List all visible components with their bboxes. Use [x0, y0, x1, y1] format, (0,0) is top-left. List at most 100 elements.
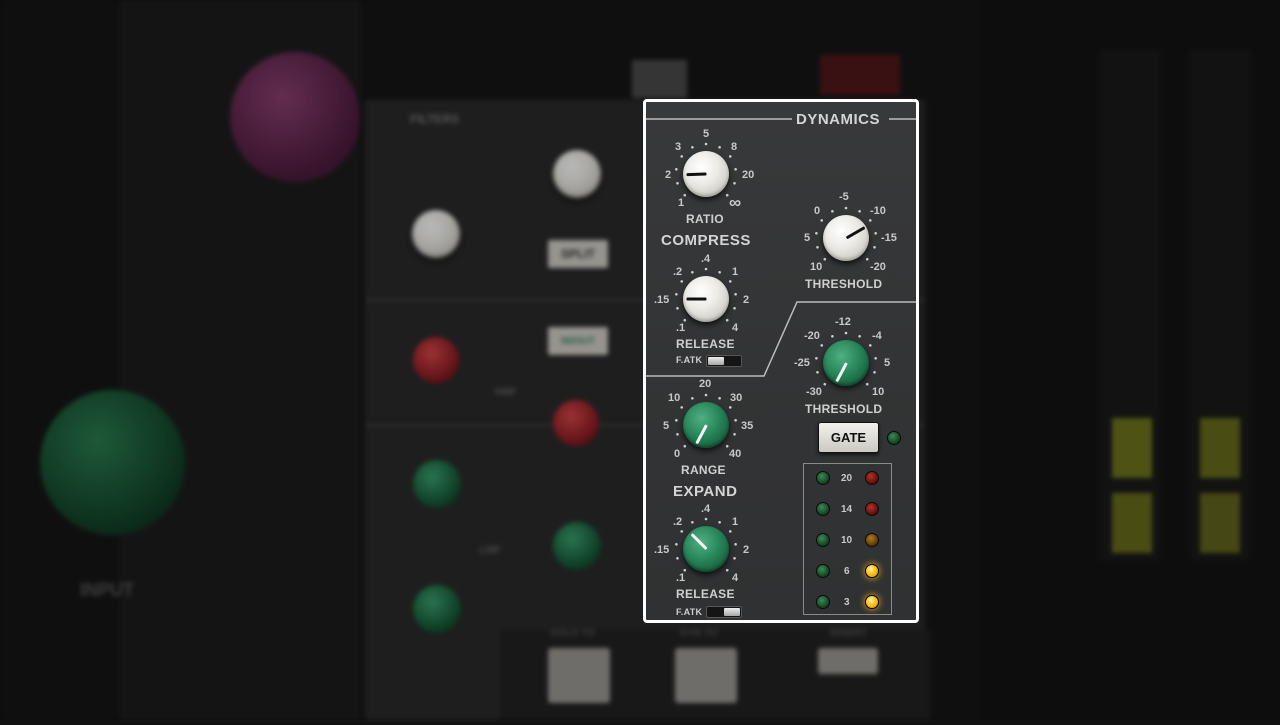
scale-dot — [691, 520, 694, 524]
exp-thr-tick-m4: -4 — [872, 330, 882, 342]
comp-thr-tick-m5: -5 — [839, 191, 849, 203]
bg-green-knob-2 — [553, 522, 601, 570]
scale-dot — [725, 568, 729, 572]
ratio-tick-inf: ∞ — [729, 193, 742, 212]
exp-thr-tick-m25: -25 — [794, 357, 810, 369]
range-tick-10: 10 — [668, 392, 681, 404]
scale-dot — [820, 219, 824, 222]
scale-dot — [865, 257, 869, 261]
meter-level-20: 20 — [841, 473, 853, 484]
comp-thr-tick-m15: -15 — [881, 232, 897, 244]
scale-dot — [874, 232, 877, 235]
compress-release-knob[interactable] — [683, 276, 729, 322]
background-layout — [0, 0, 1280, 720]
scale-dot — [844, 331, 848, 335]
range-tick-35: 35 — [741, 420, 754, 432]
bg-white-knob-2 — [553, 150, 601, 198]
ratio-tick-2: 2 — [665, 169, 672, 181]
bg-red-knob-2 — [553, 400, 599, 446]
scale-dot — [734, 293, 737, 296]
scale-dot — [691, 270, 694, 274]
expand-fast-attack-switch[interactable] — [706, 606, 742, 618]
expand-threshold-label: THRESHOLD — [805, 402, 883, 416]
bg-bottom-label-3: INSERT — [830, 628, 867, 639]
expand-release-label: RELEASE — [676, 587, 735, 601]
meter-led-green-3 — [816, 595, 830, 609]
range-tick-40: 40 — [729, 448, 742, 460]
bg-white-knob-1 — [412, 210, 460, 258]
scale-dot — [676, 556, 679, 560]
scale-dot — [844, 206, 848, 210]
bg-hmf-label: HMF — [495, 387, 517, 398]
exp-thr-tick-10: 10 — [872, 386, 885, 398]
scale-dot — [718, 396, 721, 400]
scale-dot — [680, 280, 684, 283]
range-knob[interactable] — [683, 402, 729, 448]
gate-button[interactable]: GATE — [818, 422, 879, 453]
scale-dot — [733, 432, 736, 436]
range-tick-0: 0 — [674, 448, 681, 460]
meter-led-red-14 — [865, 502, 879, 516]
scale-dot — [858, 209, 861, 213]
exp-thr-tick-m12: -12 — [835, 316, 851, 328]
comp-rel-tick-04: .4 — [701, 253, 711, 265]
expand-fatk-switch-nub — [724, 608, 740, 616]
scale-dot — [823, 382, 827, 386]
bg-lmf-label: LMF — [480, 545, 501, 556]
comp-rel-tick-2: 2 — [743, 294, 750, 306]
exp-rel-tick-02: .2 — [673, 516, 683, 528]
comp-thr-tick-m10: -10 — [870, 205, 886, 217]
ratio-label: RATIO — [686, 212, 724, 226]
compress-fast-attack-switch[interactable] — [706, 355, 742, 367]
comp-rel-tick-01: .1 — [676, 322, 686, 334]
bg-bottom-label-2: DYN TO — [680, 628, 718, 639]
bg-green-knob-3 — [413, 585, 461, 633]
scale-dot — [676, 432, 679, 436]
bg-bottom-buttons-3 — [818, 648, 878, 674]
scale-dot — [683, 444, 687, 448]
scale-dot — [704, 142, 708, 146]
gain-reduction-meter: 20 14 10 6 3 — [803, 463, 892, 615]
compress-threshold-knob[interactable] — [823, 215, 869, 261]
dynamics-title: DYNAMICS — [796, 111, 881, 128]
expand-fatk-label: F.ATK — [676, 607, 703, 617]
exp-thr-tick-m30: -30 — [806, 386, 822, 398]
expand-threshold-knob[interactable] — [823, 340, 869, 386]
scale-dot — [704, 517, 708, 521]
scale-dot — [873, 370, 876, 374]
exp-rel-tick-04: .4 — [701, 503, 711, 515]
meter-led-amber-10 — [865, 533, 879, 547]
compress-section-label: COMPRESS — [661, 232, 751, 249]
bg-purple-knob — [230, 52, 360, 182]
meter-led-green-14 — [816, 502, 830, 516]
exp-thr-tick-m20: -20 — [804, 330, 820, 342]
exp-rel-tick-015: .15 — [654, 544, 670, 556]
scale-dot — [868, 219, 872, 222]
bg-filters-title: FILTERS — [410, 112, 460, 126]
scale-dot — [815, 357, 818, 360]
scale-dot — [680, 406, 684, 409]
bg-green-big-knob — [40, 390, 185, 535]
scale-dot — [868, 344, 872, 347]
compress-threshold-label: THRESHOLD — [805, 277, 883, 291]
ratio-pointer — [685, 172, 707, 177]
compress-release-label: RELEASE — [676, 337, 735, 351]
expand-release-pointer — [690, 533, 708, 551]
scale-dot — [733, 556, 736, 560]
scale-dot — [675, 543, 678, 546]
scale-dot — [823, 257, 827, 261]
compress-release-pointer — [686, 297, 706, 301]
meter-led-red-20 — [865, 471, 879, 485]
scale-dot — [728, 406, 732, 409]
expand-release-knob[interactable] — [683, 526, 729, 572]
ratio-knob[interactable] — [683, 151, 729, 197]
scale-dot — [675, 419, 678, 422]
range-pointer — [694, 424, 708, 445]
scale-dot — [831, 209, 834, 213]
scale-dot — [816, 245, 819, 249]
range-label: RANGE — [681, 463, 726, 477]
scale-dot — [734, 168, 737, 171]
gate-led — [887, 431, 901, 445]
ratio-tick-8: 8 — [731, 141, 738, 153]
meter-level-6: 6 — [844, 566, 850, 577]
